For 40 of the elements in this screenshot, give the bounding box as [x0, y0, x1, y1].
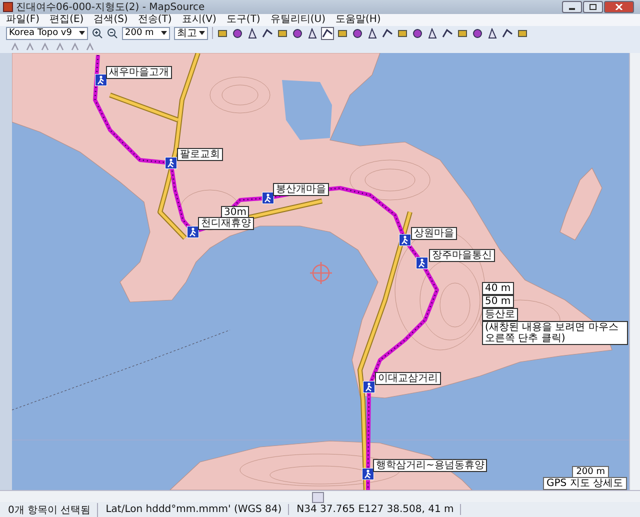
- waypoint-label[interactable]: 장주마을통신: [428, 248, 495, 262]
- maximize-button[interactable]: [583, 1, 603, 13]
- map-view[interactable]: 새우마을고개 팔로교회 봉산개마을 30m 천디재휴양 상원마을 장주마을통신 이대교삼거리 행학삼거리~용넘동휴양 40 m 50 m 등산로 (새창된 내용을 보려면 마우스 오른쪽 단추 클릭) 200 m GPS 지도 상세도: [12, 52, 630, 490]
- zoom-out-icon[interactable]: [107, 28, 118, 39]
- menu-item[interactable]: 전송(T): [138, 14, 172, 26]
- window-title: 진대여수06-000-지형도(2) - MapSource: [16, 1, 206, 14]
- menu-item[interactable]: 검색(S): [94, 14, 128, 26]
- menu-item[interactable]: 파일(F): [6, 14, 40, 26]
- caret-icon: [79, 31, 85, 36]
- map-product-dropdown[interactable]: Korea Topo v9: [6, 26, 88, 40]
- crosshair-icon: [309, 260, 333, 284]
- waypoint-label[interactable]: 팔로교회: [176, 148, 223, 160]
- menu-item[interactable]: 도구(T): [226, 14, 260, 26]
- zoom-level-dropdown[interactable]: 200 m: [122, 26, 170, 40]
- caret-icon: [199, 31, 205, 36]
- close-button[interactable]: [604, 1, 634, 13]
- waypoint-label[interactable]: 이대교삼거리: [374, 372, 441, 384]
- menu-item[interactable]: 편집(E): [50, 14, 84, 26]
- menu-item[interactable]: 표시(V): [182, 14, 216, 26]
- waypoint-label[interactable]: 천디재휴양: [198, 216, 254, 230]
- scale-label: 200 m: [572, 466, 610, 478]
- detail-dropdown[interactable]: 최고: [174, 26, 208, 40]
- maximize-icon: [589, 4, 597, 10]
- minimize-button[interactable]: [562, 1, 582, 13]
- vertical-scrollbar[interactable]: [629, 52, 640, 490]
- waypoint-label[interactable]: 행학삼거리~용넘동휴양: [372, 458, 488, 472]
- menu-item[interactable]: 도움말(H): [335, 14, 381, 26]
- waypoint-label[interactable]: 새우마을고개: [106, 66, 172, 78]
- map-detail-label: GPS 지도 상세도: [542, 476, 628, 490]
- app-icon: [3, 2, 13, 12]
- horizontal-scrollbar[interactable]: [0, 490, 640, 502]
- status-field: Lat/Lon hddd°mm.mmm' (WGS 84): [100, 504, 289, 516]
- zoom-in-icon[interactable]: [92, 28, 103, 39]
- caret-icon: [161, 31, 167, 36]
- close-icon: [615, 4, 623, 10]
- waypoint-label[interactable]: 상원마을: [410, 226, 457, 240]
- menu-item[interactable]: 유틸리티(U): [270, 14, 326, 26]
- status-field: N34 37.765 E127 38.508, 41 m: [290, 504, 461, 516]
- status-field: 0개 항목이 선택됨: [2, 502, 98, 517]
- waypoint-label[interactable]: 봉산개마을: [272, 182, 329, 196]
